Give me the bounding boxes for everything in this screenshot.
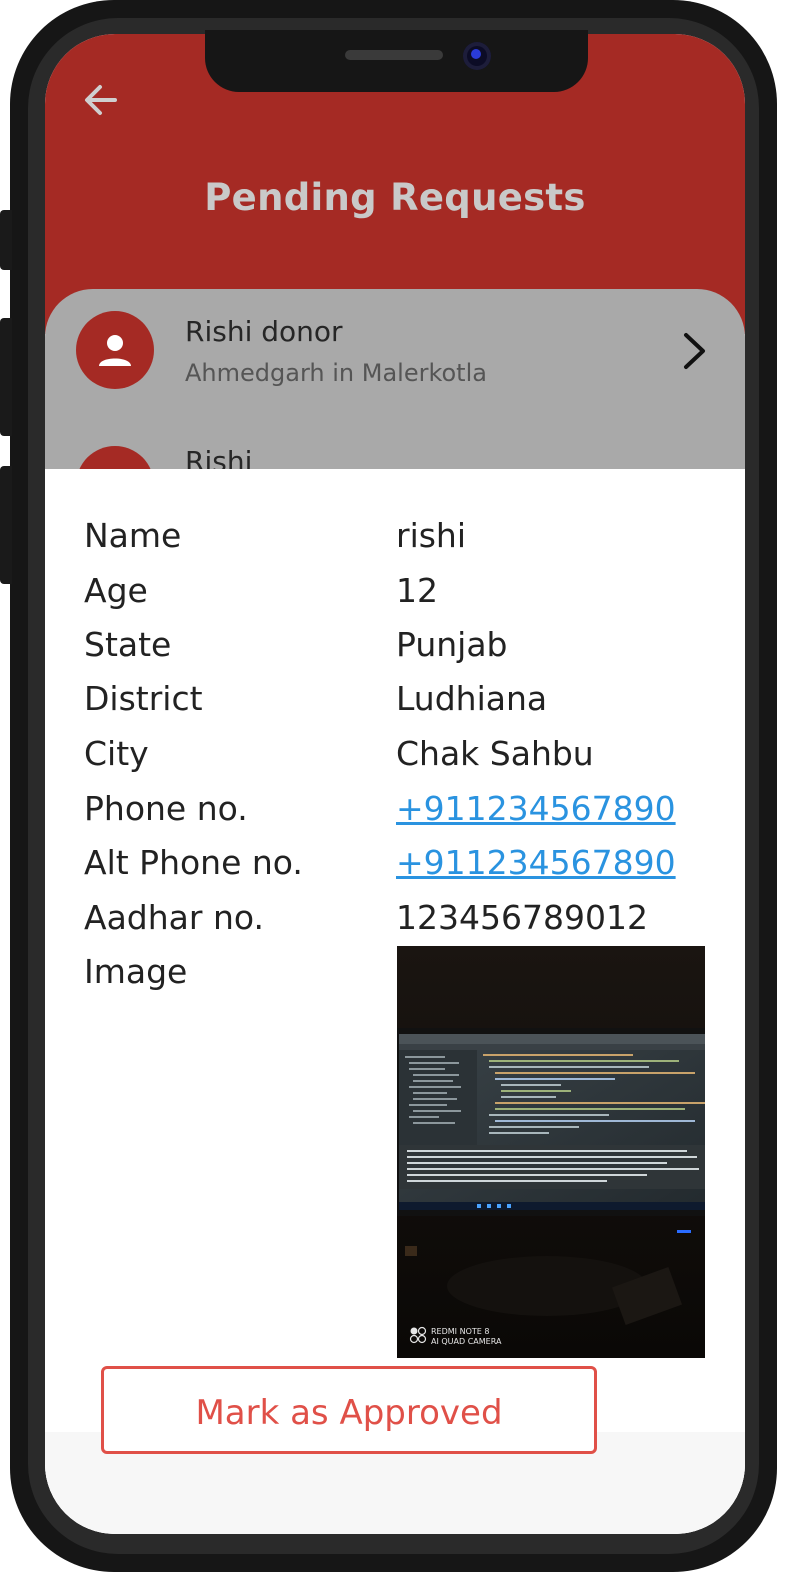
uploaded-image[interactable]: REDMI NOTE 8 AI QUAD CAMERA [397, 946, 705, 1358]
detail-label: Age [84, 571, 148, 610]
detail-label: Aadhar no. [84, 898, 264, 937]
phone-link[interactable]: +911234567890 [396, 789, 676, 828]
detail-value: Chak Sahbu [396, 734, 594, 773]
person-icon [99, 335, 131, 366]
side-button [0, 210, 12, 270]
detail-row-phone: Phone no. +911234567890 [45, 789, 745, 839]
list-item[interactable]: Rishi donor Ahmedgarh in Malerkotla [45, 289, 745, 409]
mark-approved-button[interactable]: Mark as Approved [101, 1366, 597, 1454]
page-title: Pending Requests [204, 176, 586, 219]
detail-label: District [84, 679, 203, 718]
volume-up-button [0, 318, 12, 436]
detail-value: 123456789012 [396, 898, 648, 937]
camera-watermark: REDMI NOTE 8 AI QUAD CAMERA [431, 1327, 501, 1347]
alt-phone-link[interactable]: +911234567890 [396, 843, 676, 882]
detail-row-alt-phone: Alt Phone no. +911234567890 [45, 843, 745, 893]
detail-value: 12 [396, 571, 438, 610]
detail-row-district: District Ludhiana [45, 679, 745, 729]
front-camera [463, 42, 491, 70]
arrow-left-icon [85, 85, 117, 115]
watermark-line: REDMI NOTE 8 [431, 1327, 490, 1336]
speaker-grille [345, 50, 443, 60]
avatar [76, 311, 154, 389]
detail-row-name: Name rishi [45, 516, 745, 566]
detail-row-age: Age 12 [45, 571, 745, 621]
detail-value: Ludhiana [396, 679, 548, 718]
detail-label: City [84, 734, 149, 773]
back-button[interactable] [81, 80, 121, 120]
watermark-line: AI QUAD CAMERA [431, 1337, 502, 1346]
detail-row-city: City Chak Sahbu [45, 734, 745, 784]
detail-value: Punjab [396, 625, 508, 664]
camera-watermark-icon [409, 1326, 427, 1344]
detail-row-state: State Punjab [45, 625, 745, 675]
photo-content [397, 946, 705, 1358]
detail-value: rishi [396, 516, 467, 555]
app-screen: Pending Requests Rishi donor Ahmedgarh i… [45, 34, 745, 1534]
chevron-right-icon [684, 333, 705, 369]
request-name: Rishi donor [185, 315, 343, 348]
request-location: Ahmedgarh in Malerkotla [185, 359, 487, 387]
detail-label: Alt Phone no. [84, 843, 303, 882]
detail-row-aadhar: Aadhar no. 123456789012 [45, 898, 745, 948]
detail-label: State [84, 625, 172, 664]
detail-label: Image [84, 952, 188, 991]
volume-down-button [0, 466, 12, 584]
detail-label: Phone no. [84, 789, 248, 828]
detail-label: Name [84, 516, 182, 555]
phone-notch [205, 30, 588, 92]
